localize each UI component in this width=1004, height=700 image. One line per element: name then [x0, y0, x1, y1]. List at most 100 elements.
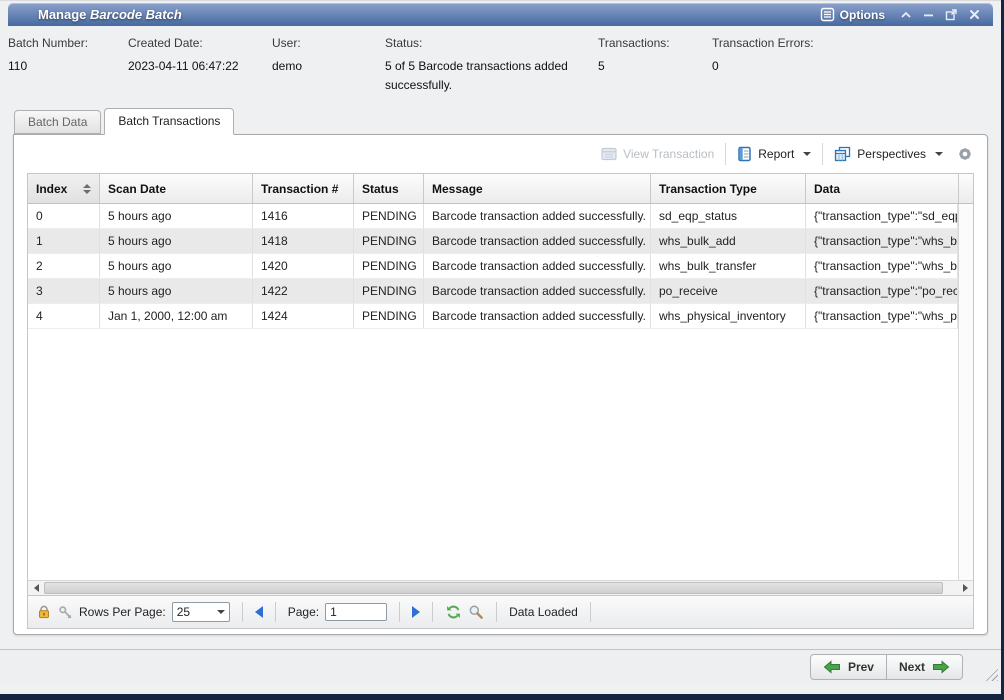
table-row[interactable]: 35 hours ago1422PENDINGBarcode transacti…	[28, 279, 958, 304]
cell: {"transaction_type":"whs_bulk_tran	[806, 254, 958, 278]
cell: 0	[28, 204, 100, 228]
prev-button[interactable]: Prev	[810, 654, 887, 680]
pager-separator	[242, 602, 243, 622]
grid-settings-button[interactable]	[957, 146, 973, 162]
table-row[interactable]: 4Jan 1, 2000, 12:00 am1424PENDINGBarcode…	[28, 304, 958, 329]
minimize-icon	[923, 10, 934, 20]
cell: 3	[28, 279, 100, 303]
maximize-button[interactable]	[941, 6, 962, 24]
cell: 5 hours ago	[100, 229, 253, 253]
chevron-down-icon	[217, 610, 225, 614]
vertical-scrollbar[interactable]	[958, 204, 973, 580]
page-number-input[interactable]	[325, 603, 387, 621]
info-field-created-date: Created Date:2023-04-11 06:47:22	[128, 36, 272, 104]
pager-separator	[432, 602, 433, 622]
header-cell-status[interactable]: Status	[354, 174, 424, 203]
batch-transactions-panel: View Transaction Report Perspectives	[13, 134, 988, 635]
report-button[interactable]: Report	[731, 142, 817, 166]
options-menu-button[interactable]: Options	[812, 6, 893, 23]
cell: 5 hours ago	[100, 204, 253, 228]
resize-grip[interactable]	[984, 667, 998, 681]
arrow-left-icon	[823, 660, 841, 674]
header-cell-index[interactable]: Index	[28, 174, 100, 203]
pager-separator	[275, 602, 276, 622]
info-field-transactions: Transactions: 5	[598, 36, 712, 104]
prev-label: Prev	[848, 660, 874, 674]
view-transaction-label: View Transaction	[623, 147, 714, 161]
info-field-transaction-errors: Transaction Errors:0	[712, 36, 872, 104]
pager-separator	[590, 602, 591, 622]
header-cell-data[interactable]: Data	[806, 174, 959, 203]
info-label: Transactions:	[598, 36, 704, 50]
cell: 1418	[253, 229, 354, 253]
nav-buttons: Prev Next	[810, 654, 963, 680]
tab-batch-data[interactable]: Batch Data	[14, 110, 101, 134]
cell: PENDING	[354, 254, 424, 278]
perspectives-button[interactable]: Perspectives	[828, 142, 949, 166]
titlebar-controls: Options	[812, 6, 985, 24]
toolbar-separator	[725, 143, 726, 165]
cell: {"transaction_type":"sd_eqp_statu	[806, 204, 958, 228]
scroll-right-arrow-icon	[963, 584, 968, 592]
cell: Barcode transaction added successfully.	[424, 279, 651, 303]
column-settings-button[interactable]	[58, 605, 73, 620]
table-body-wrap: 05 hours ago1416PENDINGBarcode transacti…	[28, 204, 973, 580]
toolbar-separator	[822, 143, 823, 165]
cell: PENDING	[354, 304, 424, 328]
info-value: 110	[8, 57, 120, 76]
table-row[interactable]: 25 hours ago1420PENDINGBarcode transacti…	[28, 254, 958, 279]
scroll-right-button[interactable]	[957, 584, 973, 592]
gear-icon	[957, 146, 973, 162]
cell: 2	[28, 254, 100, 278]
next-button[interactable]: Next	[887, 654, 963, 680]
table-row[interactable]: 05 hours ago1416PENDINGBarcode transacti…	[28, 204, 958, 229]
table-header-row: IndexScan DateTransaction #StatusMessage…	[28, 174, 973, 204]
scroll-left-button[interactable]	[28, 584, 44, 592]
cell: 1424	[253, 304, 354, 328]
header-cell-transaction[interactable]: Transaction #	[253, 174, 354, 203]
info-value: demo	[272, 57, 377, 76]
tab-batch-transactions[interactable]: Batch Transactions	[104, 108, 234, 135]
pager-bar: Rows Per Page: 25 Page:	[28, 595, 973, 628]
header-label: Data	[814, 182, 840, 196]
lock-button[interactable]	[36, 604, 52, 620]
rows-per-page-label: Rows Per Page:	[79, 605, 166, 619]
titlebar: Manage Barcode Batch Options	[8, 3, 993, 26]
header-cell-transaction-type[interactable]: Transaction Type	[651, 174, 806, 203]
header-scrollbar-spacer	[959, 174, 973, 203]
minimize-button[interactable]	[918, 6, 939, 24]
window-title-emphasis: Barcode Batch	[90, 7, 182, 22]
refresh-icon	[445, 604, 462, 620]
info-field-status: Status:5 of 5 Barcode transactions added…	[385, 36, 598, 104]
grid-status-text: Data Loaded	[509, 605, 578, 619]
search-icon	[468, 604, 484, 620]
info-bar: Batch Number:110Created Date:2023-04-11 …	[0, 26, 1001, 104]
cell: Barcode transaction added successfully.	[424, 229, 651, 253]
key-icon	[58, 605, 73, 620]
table-row[interactable]: 15 hours ago1418PENDINGBarcode transacti…	[28, 229, 958, 254]
refresh-button[interactable]	[445, 604, 462, 620]
arrow-right-icon	[932, 660, 950, 674]
close-button[interactable]	[964, 6, 985, 24]
sort-icon[interactable]	[83, 184, 91, 194]
horizontal-scrollbar[interactable]	[28, 580, 973, 595]
collapse-button[interactable]	[895, 6, 916, 24]
search-button[interactable]	[468, 604, 484, 620]
info-value: 5	[598, 57, 704, 76]
rows-per-page-select[interactable]: 25	[172, 602, 230, 622]
header-cell-scan-date[interactable]: Scan Date	[100, 174, 253, 203]
header-cell-message[interactable]: Message	[424, 174, 651, 203]
cell: 1422	[253, 279, 354, 303]
cell: PENDING	[354, 229, 424, 253]
cell: {"transaction_type":"whs_physical_	[806, 304, 958, 328]
prev-page-button[interactable]	[255, 606, 263, 618]
cell: {"transaction_type":"whs_bulk_add	[806, 229, 958, 253]
info-value: 5 of 5 Barcode transactions added succes…	[385, 57, 570, 94]
horizontal-scrollbar-thumb[interactable]	[44, 582, 943, 594]
info-label: Transaction Errors:	[712, 36, 864, 50]
next-page-button[interactable]	[412, 606, 420, 618]
report-label: Report	[758, 147, 794, 161]
transactions-grid: IndexScan DateTransaction #StatusMessage…	[27, 173, 974, 629]
view-transaction-button[interactable]: View Transaction	[595, 143, 720, 165]
cell: sd_eqp_status	[651, 204, 806, 228]
